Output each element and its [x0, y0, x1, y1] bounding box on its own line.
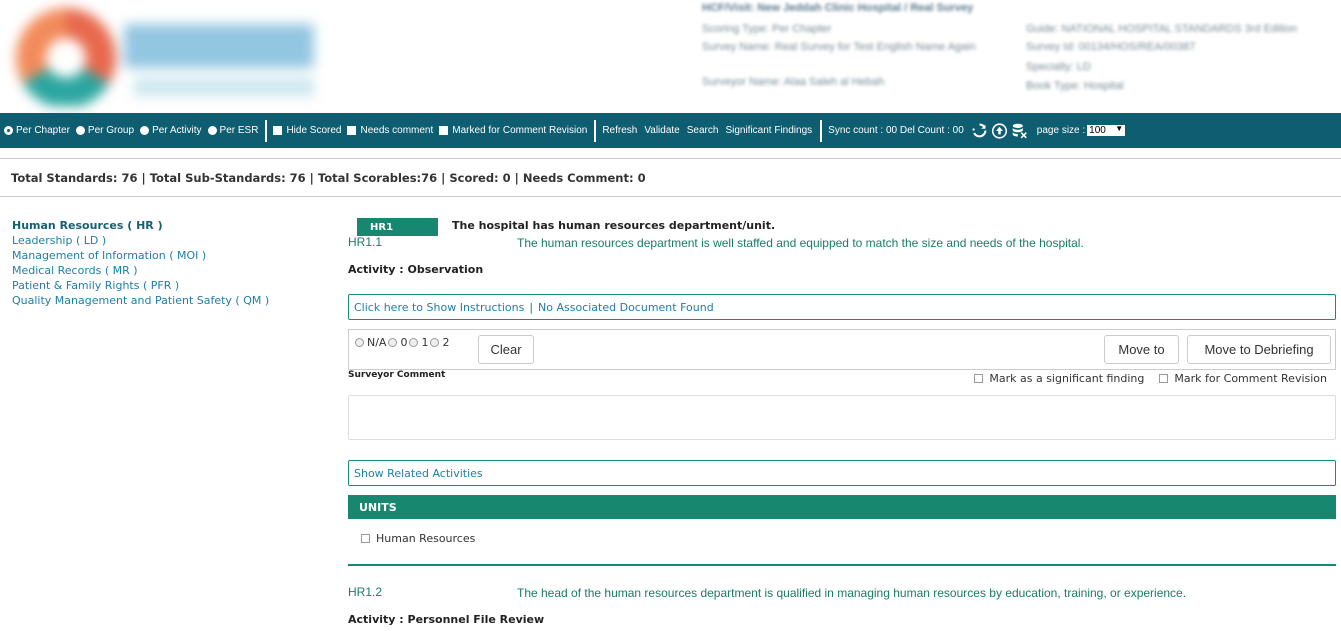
significant-findings-link[interactable]: Significant Findings [725, 125, 812, 136]
toolbar-divider [820, 119, 823, 142]
upload-icon[interactable] [991, 122, 1008, 139]
show-related-activities-link[interactable]: Show Related Activities [354, 467, 483, 480]
divider [0, 158, 1341, 159]
totals-summary: Total Standards: 76 | Total Sub-Standard… [11, 171, 646, 185]
hide-scored-checkbox[interactable]: Hide Scored [273, 125, 341, 136]
activity-value: Observation [407, 263, 484, 276]
validate-link[interactable]: Validate [644, 125, 679, 136]
specialty: Specialty: LD [1026, 61, 1091, 73]
page-header: HCF/Visit: New Jeddah Clinic Hospital / … [0, 0, 1341, 113]
sidebar-item-qm[interactable]: Quality Management and Patient Safety ( … [12, 293, 269, 308]
view-per-esr-radio[interactable]: Per ESR [207, 125, 258, 136]
survey-title: HCF/Visit: New Jeddah Clinic Hospital / … [702, 2, 974, 14]
divider [0, 196, 1341, 197]
view-per-chapter-radio[interactable]: Per Chapter [4, 125, 70, 136]
survey-name: Survey Name: Real Survey for Test Englis… [702, 41, 976, 53]
activity-line: Activity : Personnel File Review [348, 613, 545, 626]
surveyor-comment-label: Surveyor Comment [348, 370, 446, 380]
sync-count-text: Sync count : 00 Del Count : 00 [828, 125, 964, 136]
scoring-type: Scoring Type: Per Chapter [702, 23, 832, 35]
toolbar: Per Chapter Per Group Per Activity Per E… [0, 113, 1341, 148]
standard-code-badge: HR1 [357, 218, 438, 236]
associated-document-link[interactable]: No Associated Document Found [538, 301, 714, 314]
activity-value: Personnel File Review [407, 613, 545, 626]
activity-line: Activity : Observation [348, 263, 484, 276]
units-header: UNITS [348, 495, 1336, 519]
move-to-button[interactable]: Move to [1104, 335, 1179, 364]
substandard-divider [348, 564, 1336, 566]
survey-id: Survey Id: 00134/HOS/REA/00387 [1026, 41, 1196, 53]
score-na-radio[interactable]: N/A [355, 336, 386, 349]
toolbar-divider [594, 119, 597, 142]
related-activities-bar: Show Related Activities [348, 460, 1336, 486]
show-instructions-link[interactable]: Click here to Show Instructions [354, 301, 524, 314]
score-row: N/A 0 1 2 Clear Move to Move to Debriefi… [348, 329, 1336, 370]
sidebar-item-mr[interactable]: Medical Records ( MR ) [12, 263, 269, 278]
chapter-sidebar: Human Resources ( HR ) Leadership ( LD )… [12, 218, 269, 308]
move-to-debriefing-button[interactable]: Move to Debriefing [1187, 335, 1331, 364]
sync-icon[interactable] [971, 122, 988, 139]
instructions-bar: Click here to Show Instructions | No Ass… [348, 294, 1336, 320]
book-type: Book Type: Hospital [1026, 80, 1124, 92]
survey-info: HCF/Visit: New Jeddah Clinic Hospital / … [702, 0, 1332, 96]
marked-revision-checkbox[interactable]: Marked for Comment Revision [439, 125, 587, 136]
comment-flags: Mark as a significant finding Mark for C… [974, 372, 1327, 385]
unit-checkbox-human-resources[interactable]: Human Resources [361, 532, 475, 545]
score-2-radio[interactable]: 2 [430, 336, 449, 349]
hospital-logo [14, 2, 330, 106]
standard-text: The hospital has human resources departm… [452, 219, 776, 232]
score-options: N/A 0 1 2 [355, 336, 451, 349]
substandard-id: HR1.1 [348, 235, 383, 249]
guide: Guide: NATIONAL HOSPITAL STANDARDS 3rd E… [1026, 23, 1298, 35]
page-size-select[interactable]: 100 [1087, 124, 1126, 136]
sidebar-item-ld[interactable]: Leadership ( LD ) [12, 233, 269, 248]
sidebar-item-hr[interactable]: Human Resources ( HR ) [12, 218, 269, 233]
clear-button[interactable]: Clear [478, 335, 534, 364]
surveyor-name: Surveyor Name: Alaa Saleh al Hebah [702, 76, 885, 88]
toolbar-divider [265, 119, 268, 142]
sidebar-item-pfr[interactable]: Patient & Family Rights ( PFR ) [12, 278, 269, 293]
score-1-radio[interactable]: 1 [409, 336, 428, 349]
mark-significant-checkbox[interactable]: Mark as a significant finding [974, 372, 1144, 385]
mark-revision-checkbox[interactable]: Mark for Comment Revision [1159, 372, 1327, 385]
substandard-text: The human resources department is well s… [517, 236, 1084, 250]
database-delete-icon[interactable] [1011, 122, 1028, 139]
needs-comment-checkbox[interactable]: Needs comment [347, 125, 433, 136]
search-link[interactable]: Search [687, 125, 719, 136]
view-per-activity-radio[interactable]: Per Activity [140, 125, 202, 136]
substandard-id: HR1.2 [348, 585, 383, 599]
surveyor-comment-input[interactable] [348, 395, 1336, 440]
page-size-label: page size : [1036, 125, 1086, 136]
score-0-radio[interactable]: 0 [388, 336, 407, 349]
view-per-group-radio[interactable]: Per Group [75, 125, 134, 136]
sidebar-item-moi[interactable]: Management of Information ( MOI ) [12, 248, 269, 263]
substandard-text: The head of the human resources departme… [517, 586, 1187, 600]
refresh-link[interactable]: Refresh [602, 125, 637, 136]
